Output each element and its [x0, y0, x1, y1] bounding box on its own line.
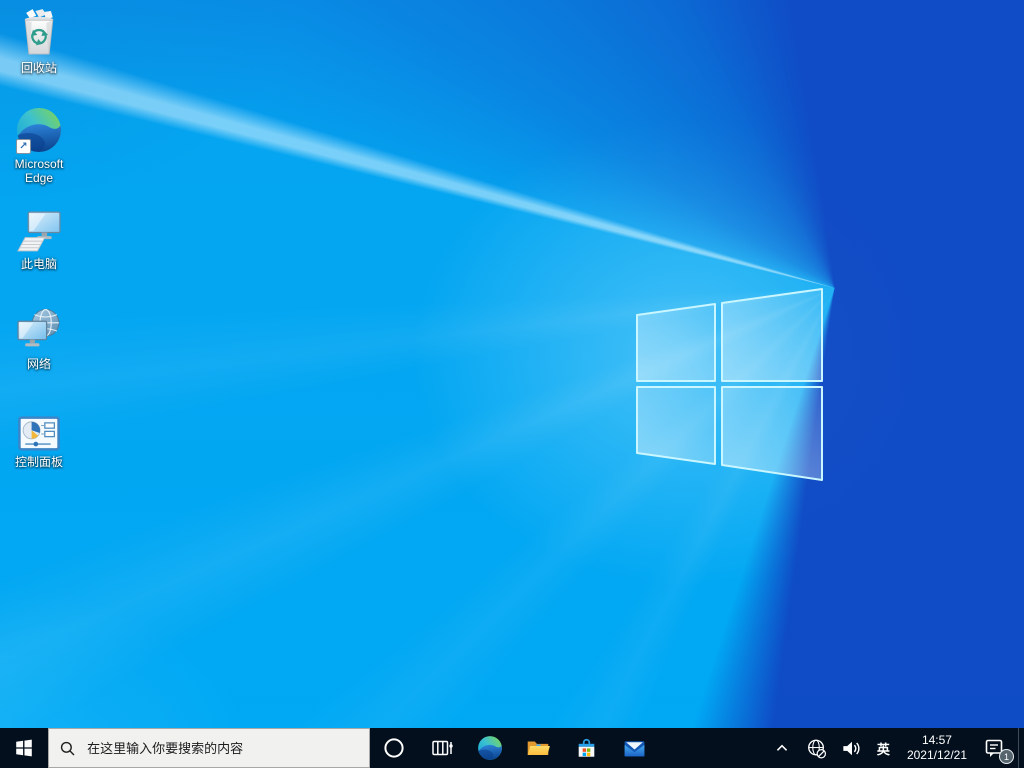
notification-badge: 1 [999, 749, 1014, 764]
shortcut-arrow-icon: ↗ [16, 139, 31, 154]
chevron-up-icon [776, 744, 788, 751]
mail-icon [624, 740, 644, 756]
taskbar: 英 14:57 2021/12/21 1 [0, 728, 1024, 768]
clock-time: 14:57 [921, 733, 952, 747]
speaker-icon [843, 741, 860, 755]
windows-logo-wallpaper [636, 288, 823, 481]
edge-taskbar-button[interactable] [466, 728, 514, 768]
network-icon [16, 304, 63, 354]
microsoft-store-icon [578, 738, 594, 757]
desktop-icon-control-panel[interactable]: 控制面板 [2, 402, 76, 469]
volume-button[interactable] [834, 728, 869, 768]
globe-no-internet-icon [807, 739, 826, 759]
desktop-icon-recycle-bin[interactable]: 回收站 [2, 8, 76, 75]
task-view-button[interactable] [418, 728, 466, 768]
desktop-icon-this-pc[interactable]: 此电脑 [2, 204, 76, 271]
tray-expand-button[interactable] [765, 728, 799, 768]
cortana-button[interactable] [370, 728, 418, 768]
taskbar-search[interactable] [48, 728, 370, 768]
windows-desktop: 回收站 ↗ Microsoft Edge 此电脑 网络 控制面板 在这里输入你要… [0, 0, 1024, 768]
desktop-icon-microsoft-edge[interactable]: ↗ Microsoft Edge [2, 104, 76, 185]
file-explorer-icon [527, 741, 550, 756]
search-input[interactable] [85, 739, 359, 757]
network-status-button[interactable] [799, 728, 834, 768]
control-panel-icon [17, 402, 61, 452]
start-button[interactable] [0, 728, 48, 768]
microsoft-edge-icon [478, 736, 502, 760]
desktop-icon-label: Microsoft Edge [14, 157, 64, 185]
taskbar-clock[interactable]: 14:57 2021/12/21 [898, 728, 976, 768]
system-tray: 英 14:57 2021/12/21 1 [765, 728, 1024, 768]
file-explorer-button[interactable] [514, 728, 562, 768]
mail-button[interactable] [610, 728, 658, 768]
microsoft-edge-icon: ↗ [15, 104, 63, 154]
wallpaper-sub-rays [0, 0, 1024, 768]
show-desktop-button[interactable] [1018, 728, 1024, 768]
recycle-bin-icon [17, 8, 61, 58]
cortana-icon [384, 738, 404, 758]
action-center-button[interactable]: 1 [976, 728, 1018, 768]
desktop-icon-label: 回收站 [20, 61, 57, 75]
this-pc-icon [16, 204, 63, 254]
desktop-icon-label: 此电脑 [20, 257, 57, 271]
desktop-icon-label: 控制面板 [14, 455, 63, 469]
task-view-icon [432, 740, 453, 756]
desktop-icon-label: 网络 [26, 357, 51, 371]
windows-logo-icon [16, 739, 32, 757]
clock-date: 2021/12/21 [906, 748, 967, 762]
ime-language-indicator[interactable]: 英 [869, 728, 898, 768]
store-button[interactable] [562, 728, 610, 768]
search-icon [60, 741, 75, 755]
desktop-icon-network[interactable]: 网络 [2, 304, 76, 371]
